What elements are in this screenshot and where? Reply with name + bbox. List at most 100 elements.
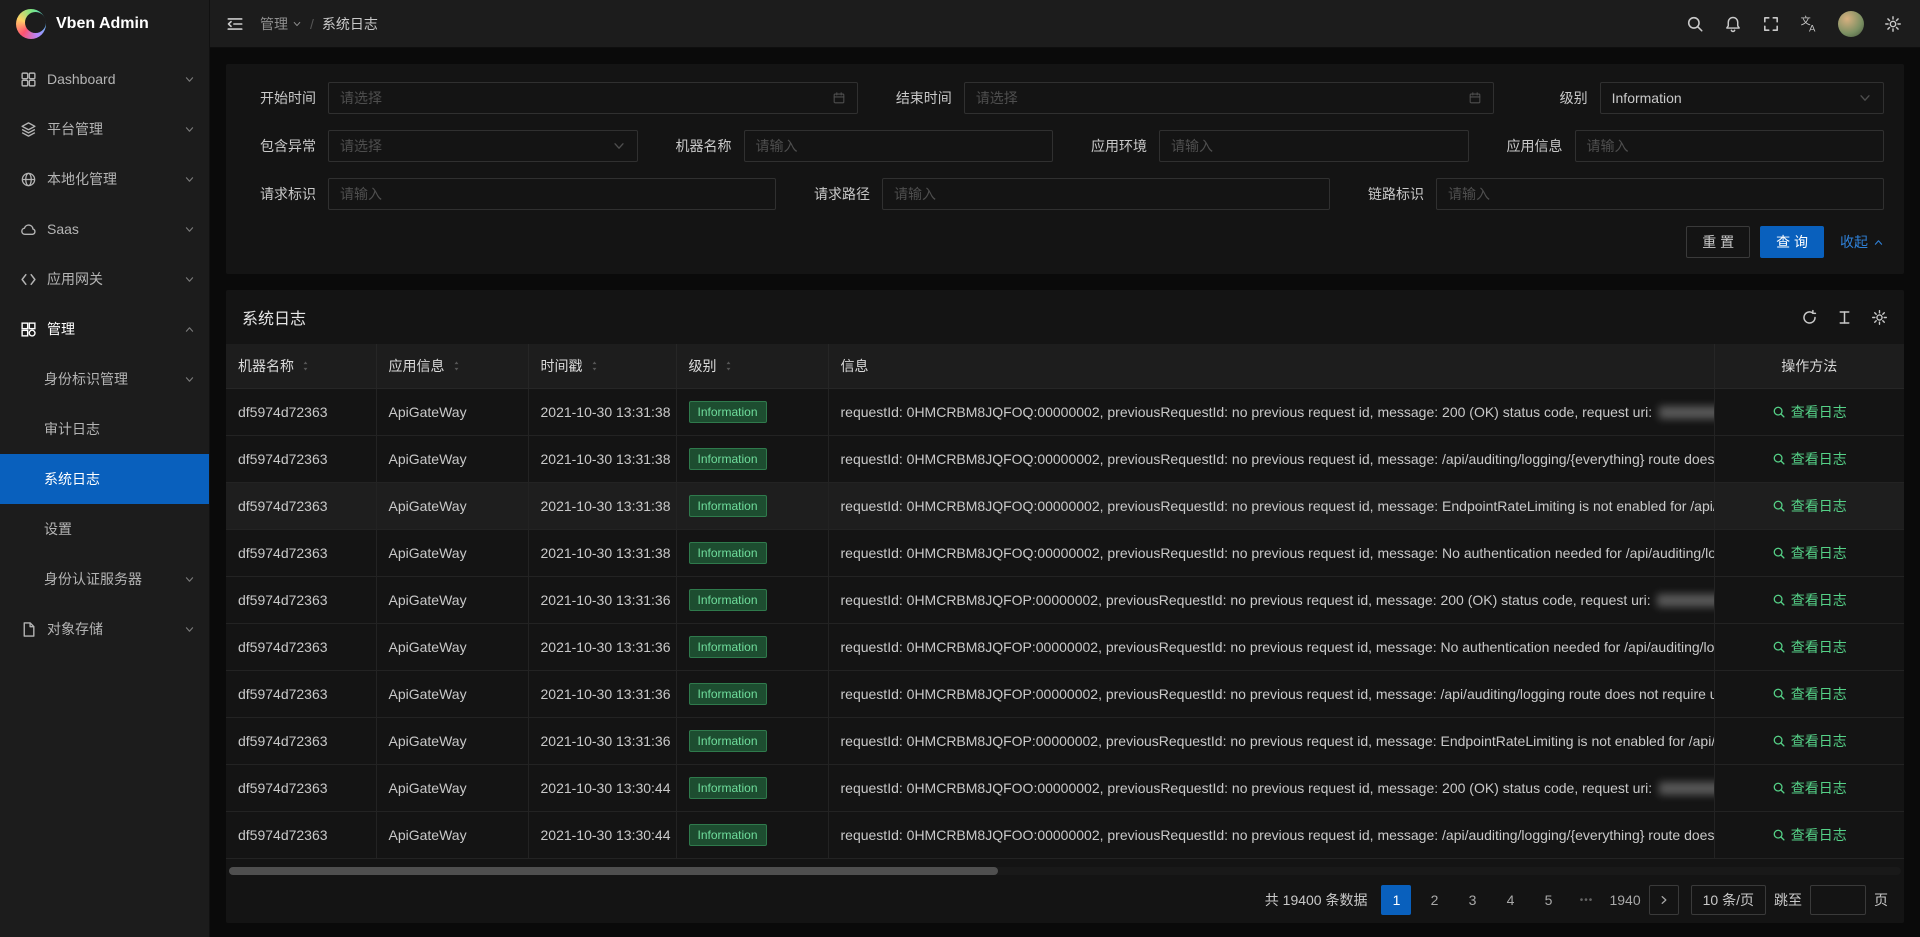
sidebar-item-platform-management[interactable]: 平台管理 <box>0 104 209 154</box>
sidebar-item-saas[interactable]: Saas <box>0 204 209 254</box>
page-button-5[interactable]: 5 <box>1533 885 1563 915</box>
view-log-button[interactable]: 查看日志 <box>1772 543 1847 563</box>
filter-field-request-path: 请求路径 <box>800 178 1330 210</box>
column-settings-icon[interactable] <box>1871 309 1888 326</box>
level-cell: Information <box>676 670 828 717</box>
sidebar-item-dashboard[interactable]: Dashboard <box>0 54 209 104</box>
sidebar-item-object-storage[interactable]: 对象存储 <box>0 604 209 654</box>
collapse-filter-link[interactable]: 收起 <box>1840 232 1884 252</box>
pagination-ellipsis[interactable]: ••• <box>1571 885 1601 915</box>
view-log-button[interactable]: 查看日志 <box>1772 402 1847 422</box>
jump-page-input[interactable] <box>1810 885 1866 915</box>
trace-id-field[interactable] <box>1436 178 1884 210</box>
sidebar-item-audit-logs[interactable]: 审计日志 <box>0 404 209 454</box>
page-size-select[interactable]: 10 条/页 <box>1691 885 1766 915</box>
view-log-button[interactable]: 查看日志 <box>1772 684 1847 704</box>
search-icon <box>1772 452 1786 466</box>
breadcrumb-item-management[interactable]: 管理 <box>260 14 302 34</box>
column-header-machine[interactable]: 机器名称 <box>226 344 376 388</box>
column-header-level[interactable]: 级别 <box>676 344 828 388</box>
view-log-button[interactable]: 查看日志 <box>1772 637 1847 657</box>
page-button-1[interactable]: 1 <box>1381 885 1411 915</box>
app-env-field[interactable] <box>1159 130 1469 162</box>
view-log-button[interactable]: 查看日志 <box>1772 731 1847 751</box>
end-time-picker[interactable] <box>964 82 1494 114</box>
table-size-icon[interactable] <box>1836 309 1853 326</box>
notification-bell-icon[interactable] <box>1724 15 1742 33</box>
page-button-1940[interactable]: 1940 <box>1609 885 1640 915</box>
start-time-input[interactable] <box>340 90 824 106</box>
search-icon[interactable] <box>1686 15 1704 33</box>
request-path-field[interactable] <box>882 178 1330 210</box>
machine-name-input[interactable] <box>756 138 1042 154</box>
machine-name-label: 机器名称 <box>662 136 732 156</box>
level-cell: Information <box>676 435 828 482</box>
machine-name-field[interactable] <box>744 130 1054 162</box>
search-icon <box>1772 828 1786 842</box>
vben-logo-icon <box>16 9 46 39</box>
message-cell: requestId: 0HMCRBM8JQFOP:00000002, previ… <box>828 670 1714 717</box>
view-log-button[interactable]: 查看日志 <box>1772 778 1847 798</box>
machine-name-cell: df5974d72363 <box>226 388 376 435</box>
view-log-button[interactable]: 查看日志 <box>1772 825 1847 845</box>
level-select[interactable]: Information <box>1600 82 1884 114</box>
search-icon <box>1772 781 1786 795</box>
view-log-button[interactable]: 查看日志 <box>1772 496 1847 516</box>
search-button[interactable]: 查 询 <box>1760 226 1824 258</box>
sidebar-item-settings[interactable]: 设置 <box>0 504 209 554</box>
app-info-input[interactable] <box>1587 138 1873 154</box>
logo[interactable]: Vben Admin <box>0 0 209 48</box>
sidebar-item-label: 身份认证服务器 <box>44 569 174 589</box>
sidebar-item-identity-management[interactable]: 身份标识管理 <box>0 354 209 404</box>
horizontal-scrollbar[interactable] <box>229 867 1901 875</box>
exception-select[interactable]: 请选择 <box>328 130 638 162</box>
app-info-label: 应用信息 <box>1493 136 1563 156</box>
sidebar-item-app-gateway[interactable]: 应用网关 <box>0 254 209 304</box>
user-avatar[interactable] <box>1838 11 1864 37</box>
column-header-timestamp[interactable]: 时间戳 <box>528 344 676 388</box>
start-time-picker[interactable] <box>328 82 858 114</box>
page-button-2[interactable]: 2 <box>1419 885 1449 915</box>
menu-fold-icon[interactable] <box>226 15 244 33</box>
filter-field-exception: 包含异常 请选择 <box>246 130 638 162</box>
app-env-input[interactable] <box>1171 138 1457 154</box>
scrollbar-thumb[interactable] <box>229 867 998 875</box>
refresh-icon[interactable] <box>1801 309 1818 326</box>
sidebar-item-system-logs[interactable]: 系统日志 <box>0 454 209 504</box>
page-button-3[interactable]: 3 <box>1457 885 1487 915</box>
request-id-field[interactable] <box>328 178 776 210</box>
settings-gear-icon[interactable] <box>1884 15 1902 33</box>
app-info-cell: ApiGateWay <box>376 623 528 670</box>
trace-id-input[interactable] <box>1448 186 1872 202</box>
view-log-label: 查看日志 <box>1791 496 1847 516</box>
column-header-app[interactable]: 应用信息 <box>376 344 528 388</box>
machine-name-cell: df5974d72363 <box>226 623 376 670</box>
table-row: df5974d72363ApiGateWay2021-10-30 13:31:3… <box>226 435 1904 482</box>
management-icon <box>20 321 37 338</box>
table-row: df5974d72363ApiGateWay2021-10-30 13:31:3… <box>226 529 1904 576</box>
reset-button[interactable]: 重 置 <box>1686 226 1750 258</box>
view-log-button[interactable]: 查看日志 <box>1772 449 1847 469</box>
sidebar-item-localization-management[interactable]: 本地化管理 <box>0 154 209 204</box>
sort-icons <box>300 359 311 373</box>
request-path-input[interactable] <box>894 186 1318 202</box>
table-row: df5974d72363ApiGateWay2021-10-30 13:30:4… <box>226 811 1904 858</box>
view-log-button[interactable]: 查看日志 <box>1772 590 1847 610</box>
sidebar-item-management[interactable]: 管理 <box>0 304 209 354</box>
end-time-input[interactable] <box>976 90 1460 106</box>
view-log-label: 查看日志 <box>1791 402 1847 422</box>
sidebar-item-auth-server[interactable]: 身份认证服务器 <box>0 554 209 604</box>
translate-icon[interactable]: 文A <box>1800 15 1818 33</box>
timestamp-cell: 2021-10-30 13:31:36 <box>528 717 676 764</box>
table-row: df5974d72363ApiGateWay2021-10-30 13:31:3… <box>226 576 1904 623</box>
request-id-input[interactable] <box>340 186 764 202</box>
filter-panel: 开始时间 结束时间 级别 <box>226 64 1904 274</box>
timestamp-cell: 2021-10-30 13:31:38 <box>528 529 676 576</box>
fullscreen-icon[interactable] <box>1762 15 1780 33</box>
next-page-button[interactable] <box>1649 885 1679 915</box>
action-cell: 查看日志 <box>1714 435 1904 482</box>
level-badge: Information <box>689 589 767 611</box>
timestamp-cell: 2021-10-30 13:31:38 <box>528 435 676 482</box>
page-button-4[interactable]: 4 <box>1495 885 1525 915</box>
app-info-field[interactable] <box>1575 130 1885 162</box>
